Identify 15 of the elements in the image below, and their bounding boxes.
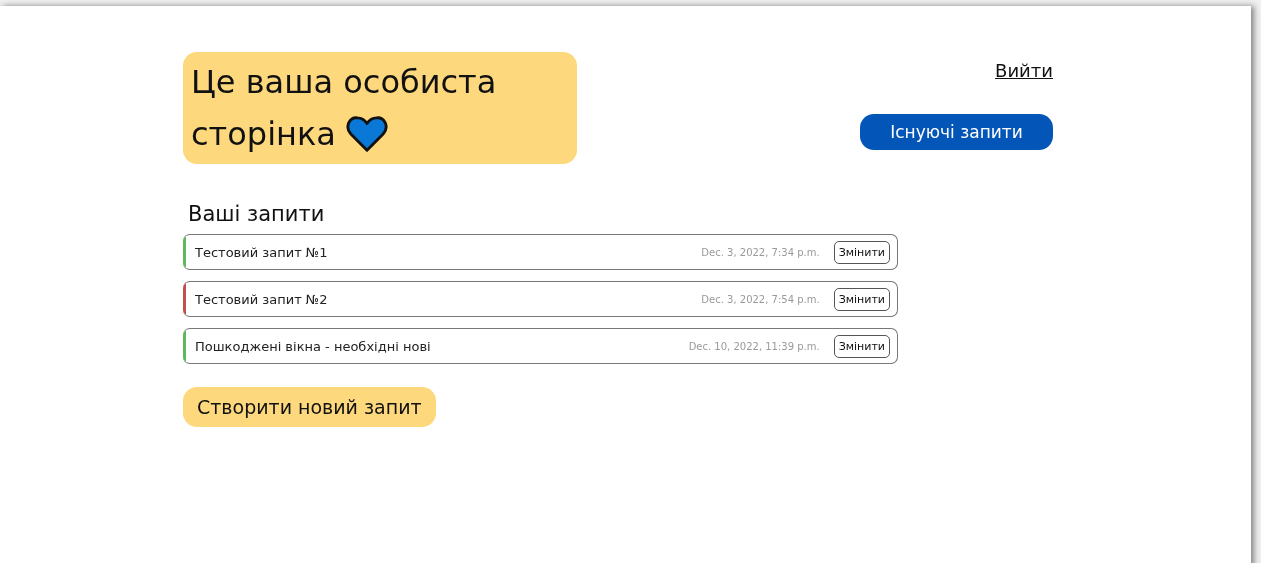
heart-icon <box>346 115 389 153</box>
edit-button[interactable]: Змінити <box>833 240 890 264</box>
existing-requests-button[interactable]: Існуючі запити <box>860 114 1053 150</box>
create-request-button[interactable]: Створити новий запит <box>183 387 436 427</box>
request-title: Тестовий запит №2 <box>195 291 329 307</box>
logout-link[interactable]: Вийти <box>995 60 1053 81</box>
page-title: Це ваша особиста сторінка <box>183 52 577 164</box>
request-date: Dec. 3, 2022, 7:54 p.m. <box>701 293 820 305</box>
section-heading: Ваші запити <box>188 202 326 226</box>
request-title: Пошкоджені вікна - необхідні нові <box>195 338 432 354</box>
edit-button[interactable]: Змінити <box>833 287 890 311</box>
edit-button[interactable]: Змінити <box>833 334 890 358</box>
request-date: Dec. 3, 2022, 7:34 p.m. <box>701 246 820 258</box>
request-date: Dec. 10, 2022, 11:39 p.m. <box>688 340 820 352</box>
request-title: Тестовий запит №1 <box>195 244 329 260</box>
